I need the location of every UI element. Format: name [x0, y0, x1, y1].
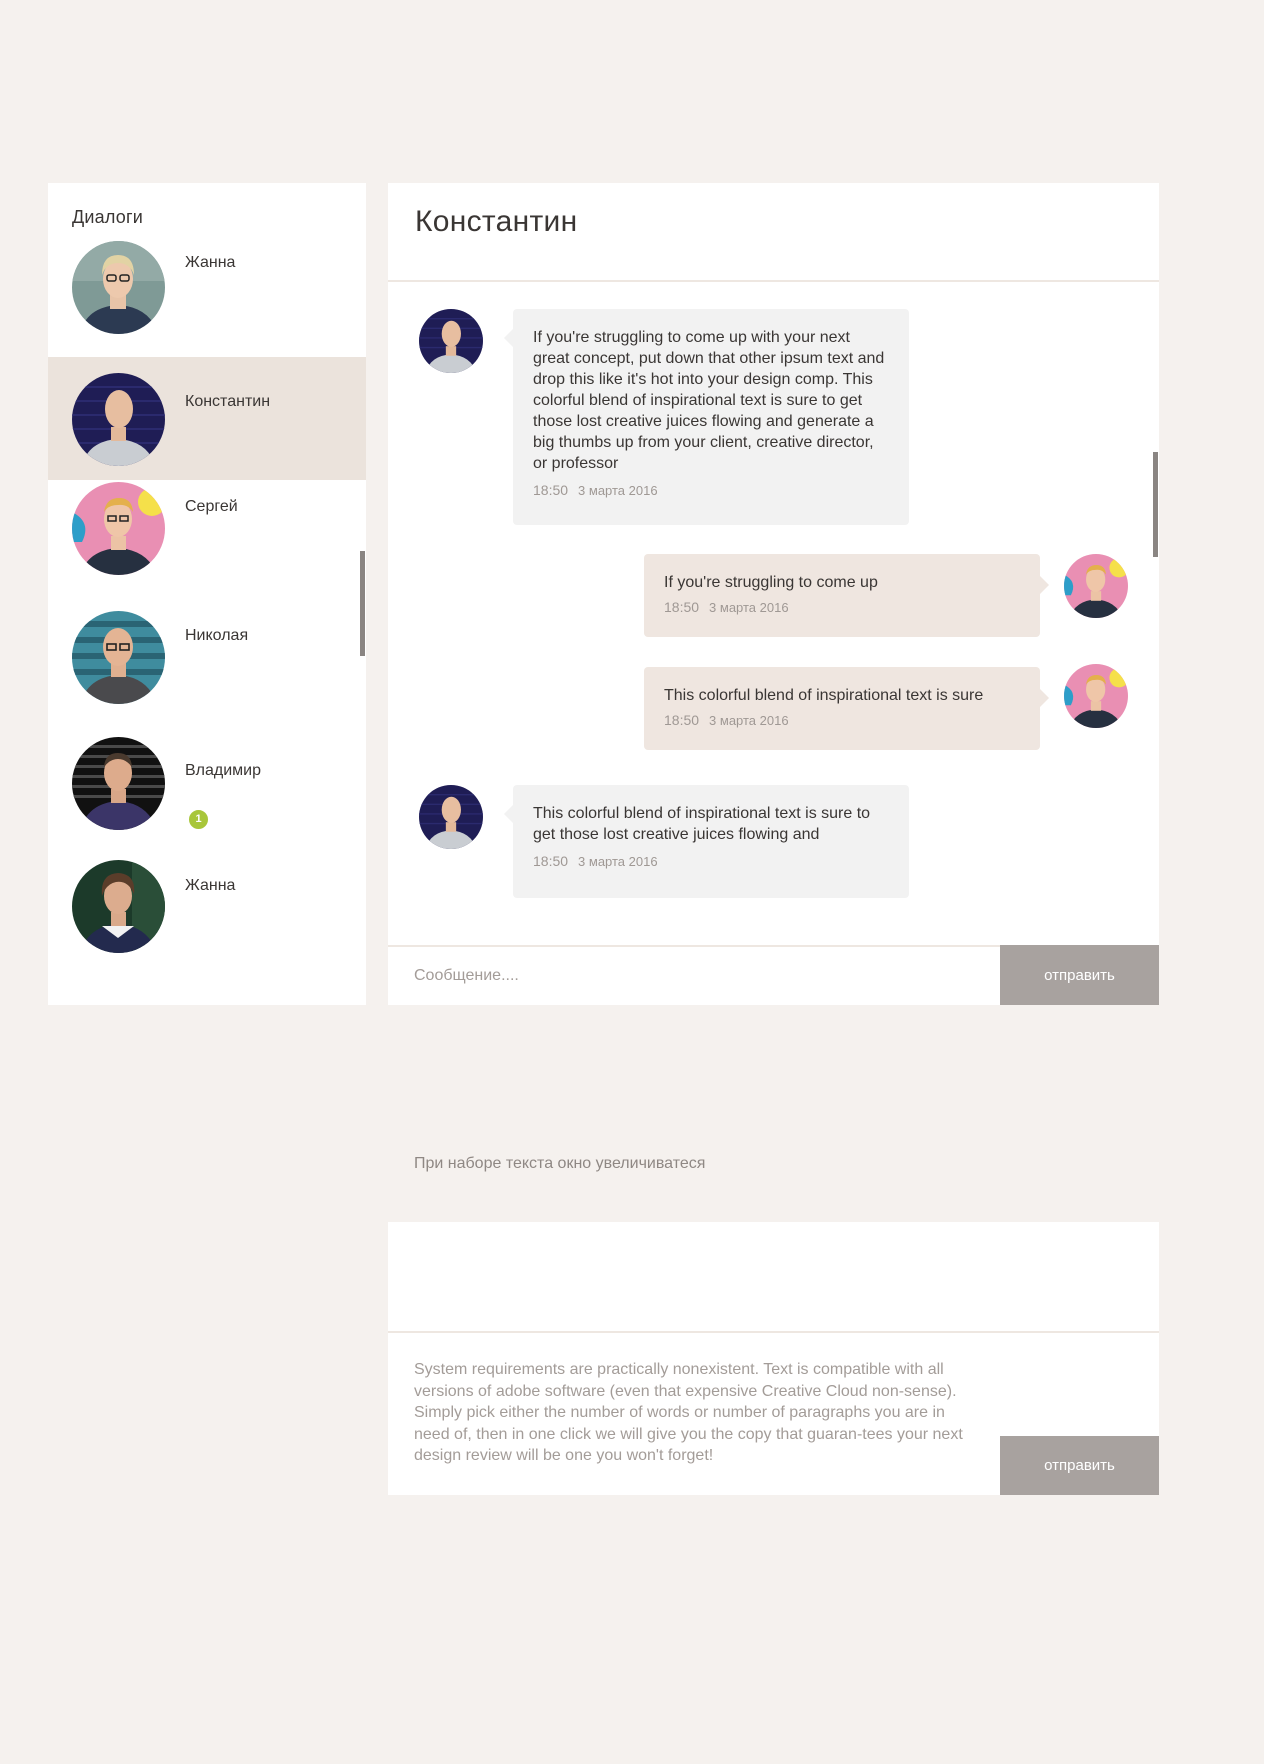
message-date: 3 марта 2016	[709, 713, 789, 728]
message-text: This colorful blend of inspirational tex…	[533, 805, 871, 843]
avatar	[1064, 664, 1128, 728]
message-text: If you're struggling to come up with you…	[533, 329, 885, 472]
chat-title: Константин	[415, 205, 578, 238]
message-date: 3 марта 2016	[709, 600, 789, 615]
avatar	[72, 611, 165, 704]
message-text: If you're struggling to come up	[664, 574, 878, 591]
demo-messages-area	[388, 1222, 1159, 1333]
avatar	[72, 241, 165, 334]
dialog-item-zhanna-2[interactable]: Жанна	[48, 860, 366, 983]
message-date: 3 марта 2016	[578, 854, 658, 869]
typing-note: При наборе текста окно увеличиватеся	[414, 1155, 706, 1172]
message-time: 18:50	[664, 712, 700, 728]
message-composer: отправить	[388, 945, 1159, 1005]
message-meta: 18:50 3 марта 2016	[664, 599, 1020, 615]
message-time: 18:50	[664, 599, 700, 615]
dialog-item-vladimir[interactable]: 1 Владимир	[48, 735, 366, 860]
message-bubble-outgoing: This colorful blend of inspirational tex…	[644, 667, 1049, 750]
dialog-item-name: Жанна	[185, 254, 236, 271]
message-bubble-outgoing: If you're struggling to come up 18:50 3 м…	[644, 554, 1049, 637]
dialog-item-name: Константин	[185, 393, 271, 410]
dialog-item-zhanna[interactable]: Жанна	[48, 240, 366, 357]
send-button[interactable]: отправить	[1000, 945, 1159, 1005]
message-bubble-incoming: If you're struggling to come up with you…	[504, 309, 909, 525]
message-bubble-incoming: This colorful blend of inspirational tex…	[504, 785, 909, 898]
message-input[interactable]	[388, 947, 1000, 1005]
dialog-item-name: Жанна	[185, 877, 236, 894]
dialog-item-konstantin[interactable]: Константин	[48, 357, 366, 480]
dialogs-sidebar: Диалоги Жанна Константин Сергей Николая …	[48, 183, 366, 1005]
message-text: This colorful blend of inspirational tex…	[664, 687, 984, 704]
sidebar-scrollbar[interactable]	[360, 551, 365, 656]
demo-send-button[interactable]: отправить	[1000, 1436, 1159, 1495]
message-time: 18:50	[533, 482, 569, 498]
avatar	[1064, 554, 1128, 618]
dialog-item-name: Сергей	[185, 498, 238, 515]
chat-header: Константин	[388, 183, 1159, 282]
avatar	[419, 309, 483, 373]
avatar	[72, 373, 165, 466]
message-meta: 18:50 3 марта 2016	[533, 482, 889, 498]
message-date: 3 марта 2016	[578, 483, 658, 498]
dialog-item-name: Николая	[185, 627, 249, 644]
dialog-item-nikolay[interactable]: Николая	[48, 610, 366, 735]
message-meta: 18:50 3 марта 2016	[533, 853, 889, 869]
dialog-item-name: Владимир	[185, 762, 262, 779]
dialog-item-sergey[interactable]: Сергей	[48, 480, 366, 610]
chat-scrollbar[interactable]	[1153, 452, 1158, 557]
avatar	[72, 860, 165, 953]
unread-badge: 1	[187, 808, 210, 831]
avatar	[72, 737, 165, 830]
sidebar-title: Диалоги	[72, 207, 143, 227]
message-time: 18:50	[533, 853, 569, 869]
page: Диалоги Жанна Константин Сергей Николая …	[3, 0, 1261, 1764]
expanded-composer-demo: System requirements are practically none…	[388, 1222, 1159, 1495]
avatar	[72, 482, 165, 575]
chat-panel: Константин If you're struggling to come …	[388, 183, 1159, 1005]
message-meta: 18:50 3 марта 2016	[664, 712, 1020, 728]
demo-message-input[interactable]: System requirements are practically none…	[414, 1359, 974, 1467]
avatar	[419, 785, 483, 849]
